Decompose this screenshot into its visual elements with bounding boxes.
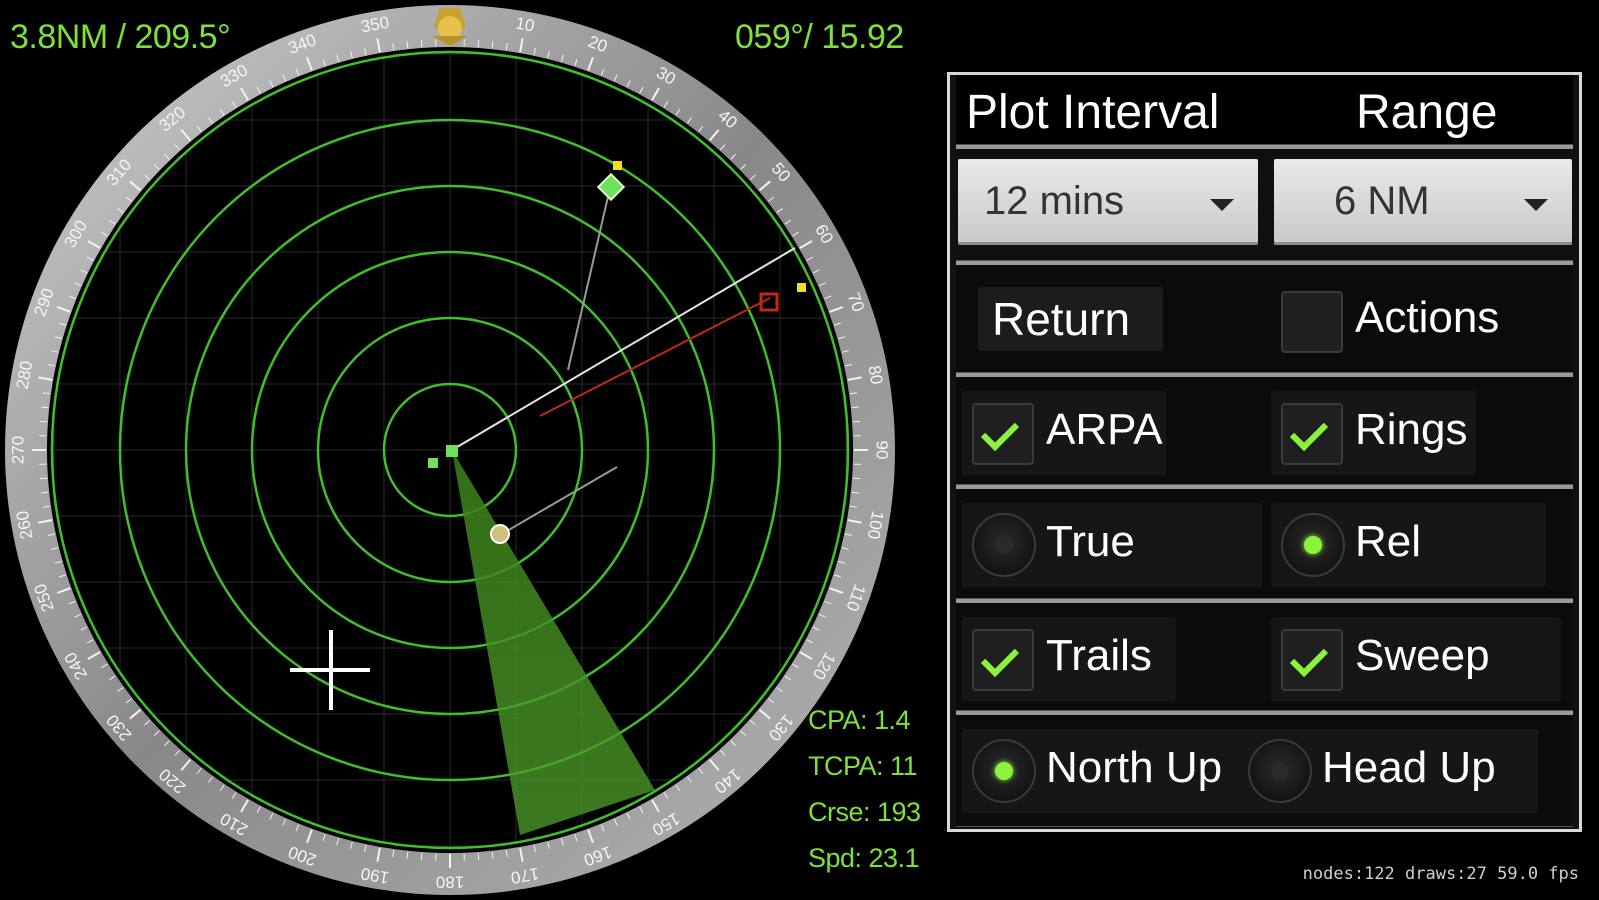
check-icon	[1289, 638, 1329, 678]
head-up-radio[interactable]	[1248, 739, 1312, 803]
actions-toggle[interactable]: Actions	[1271, 279, 1571, 363]
range-value: 6 NM	[1334, 179, 1430, 223]
check-icon	[1289, 412, 1329, 452]
rel-radio[interactable]	[1281, 513, 1345, 577]
rel-radio-option[interactable]: Rel	[1271, 503, 1546, 587]
target-trail-dot	[613, 161, 622, 170]
radar-scope[interactable]: 1020304050607080901001101201301401501601…	[0, 0, 900, 900]
render-stats: nodes:122 draws:27 59.0 fps	[1302, 864, 1579, 884]
target-marker[interactable]	[490, 524, 510, 544]
arpa-label: ARPA	[1046, 405, 1163, 454]
arpa-rings-row: ARPA Rings	[956, 373, 1573, 485]
compass-tick-label: 90	[873, 441, 892, 460]
target-readout: 059°/ 15.92	[735, 18, 904, 56]
head-up-radio-option[interactable]: Head Up	[1238, 729, 1538, 813]
trails-sweep-row: Trails Sweep	[956, 599, 1573, 711]
check-icon	[980, 638, 1020, 678]
true-rel-row: True Rel	[956, 485, 1573, 599]
compass-tick-label: 180	[436, 873, 464, 892]
rel-label: Rel	[1355, 517, 1422, 566]
rings-toggle[interactable]: Rings	[1271, 391, 1476, 475]
trails-label: Trails	[1046, 631, 1152, 680]
panel-header: Plot Interval Range	[956, 75, 1573, 145]
range-dropdown[interactable]: 6 NM	[1274, 159, 1572, 245]
return-button[interactable]: Return	[978, 287, 1163, 351]
sweep-checkbox[interactable]	[1281, 629, 1343, 691]
trails-toggle[interactable]: Trails	[962, 617, 1176, 701]
trails-checkbox[interactable]	[972, 629, 1034, 691]
arpa-checkbox[interactable]	[972, 403, 1034, 465]
own-ship-trail	[428, 458, 438, 468]
actions-checkbox[interactable]	[1281, 291, 1343, 353]
sweep-label: Sweep	[1355, 631, 1490, 680]
own-ship-marker	[446, 445, 458, 457]
true-radio-option[interactable]: True	[962, 503, 1262, 587]
plot-interval-dropdown[interactable]: 12 mins	[958, 159, 1258, 245]
plot-interval-value: 12 mins	[984, 179, 1125, 223]
tcpa-readout: TCPA: 11	[808, 751, 918, 781]
dropdown-row: 12 mins 6 NM	[956, 145, 1573, 261]
compass-tick-label: 80	[864, 364, 886, 386]
north-up-radio[interactable]	[972, 739, 1036, 803]
compass-tick-label: 10	[514, 14, 536, 36]
control-panel: Plot Interval Range 12 mins 6 NM Return …	[947, 72, 1582, 832]
chevron-down-icon	[1524, 199, 1548, 211]
plot-interval-label: Plot Interval	[966, 86, 1220, 139]
true-radio[interactable]	[972, 513, 1036, 577]
rings-checkbox[interactable]	[1281, 403, 1343, 465]
actions-label: Actions	[1355, 293, 1500, 342]
target-trail-dot	[797, 283, 806, 292]
orientation-row: North Up Head Up	[956, 711, 1573, 827]
return-button-label: Return	[992, 293, 1131, 345]
north-up-label: North Up	[1046, 743, 1223, 792]
chevron-down-icon	[1210, 199, 1234, 211]
return-actions-row: Return Actions	[956, 261, 1573, 373]
cpa-readout: CPA: 1.4	[808, 705, 911, 735]
cursor-readout: 3.8NM / 209.5°	[10, 18, 231, 56]
rings-label: Rings	[1355, 405, 1468, 454]
check-icon	[980, 412, 1020, 452]
speed-readout: Spd: 23.1	[808, 843, 920, 873]
head-up-label: Head Up	[1322, 743, 1496, 792]
sweep-toggle[interactable]: Sweep	[1271, 617, 1561, 701]
compass-tick-label: 270	[9, 436, 28, 464]
true-label: True	[1046, 517, 1135, 566]
arpa-toggle[interactable]: ARPA	[962, 391, 1166, 475]
range-label: Range	[1356, 86, 1498, 139]
course-readout: Crse: 193	[808, 797, 921, 827]
north-up-radio-option[interactable]: North Up	[962, 729, 1247, 813]
